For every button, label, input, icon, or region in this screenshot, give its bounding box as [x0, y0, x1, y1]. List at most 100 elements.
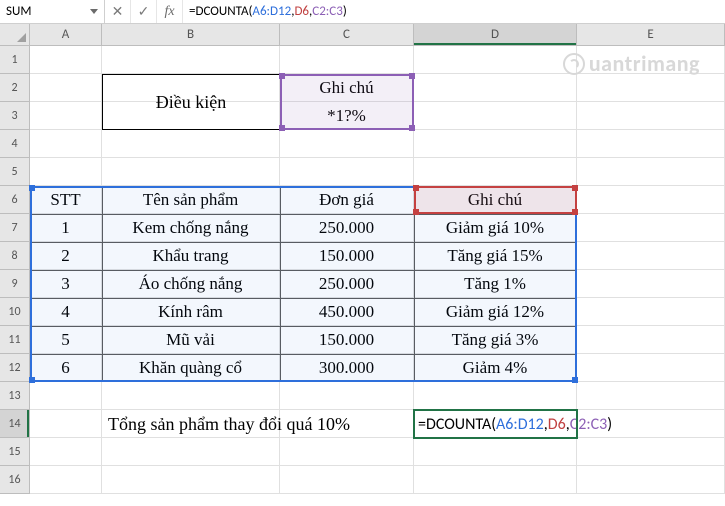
- cell-C1[interactable]: [280, 46, 414, 74]
- cell-D11[interactable]: Tăng giá 3%: [414, 326, 577, 354]
- row-header-9[interactable]: 9: [0, 270, 30, 298]
- cell-E12[interactable]: [577, 354, 725, 382]
- cell-A4[interactable]: [30, 130, 102, 158]
- cell-B6[interactable]: Tên sản phẩm: [102, 186, 280, 214]
- row-header-7[interactable]: 7: [0, 214, 30, 242]
- cell-D16[interactable]: [414, 466, 577, 494]
- cell-A2[interactable]: [30, 74, 102, 102]
- cell-B13[interactable]: [102, 382, 280, 410]
- col-header-C[interactable]: C: [280, 24, 414, 45]
- cell-B9[interactable]: Áo chống nắng: [102, 270, 280, 298]
- cell-E6[interactable]: [577, 186, 725, 214]
- cell-E5[interactable]: [577, 158, 725, 186]
- formula-input[interactable]: =DCOUNTA(A6:D12,D6,C2:C3): [183, 0, 725, 23]
- chevron-down-icon[interactable]: [90, 9, 98, 14]
- cell-E8[interactable]: [577, 242, 725, 270]
- cell-E3[interactable]: [577, 102, 725, 130]
- row-header-10[interactable]: 10: [0, 298, 30, 326]
- cell-A12[interactable]: 6: [30, 354, 102, 382]
- cell-D9[interactable]: Tăng 1%: [414, 270, 577, 298]
- cell-A10[interactable]: 4: [30, 298, 102, 326]
- cell-B12[interactable]: Khăn quàng cổ: [102, 354, 280, 382]
- cell-D7[interactable]: Giảm giá 10%: [414, 214, 577, 242]
- row-header-4[interactable]: 4: [0, 130, 30, 158]
- row-header-6[interactable]: 6: [0, 186, 30, 214]
- cell-D15[interactable]: [414, 438, 577, 466]
- cell-E2[interactable]: [577, 74, 725, 102]
- cell-E13[interactable]: [577, 382, 725, 410]
- cell-E10[interactable]: [577, 298, 725, 326]
- cell-D4[interactable]: [414, 130, 577, 158]
- cell-D8[interactable]: Tăng giá 15%: [414, 242, 577, 270]
- name-box[interactable]: SUM: [0, 0, 105, 23]
- cell-C7[interactable]: 250.000: [280, 214, 414, 242]
- row-header-12[interactable]: 12: [0, 354, 30, 382]
- cell-C8[interactable]: 150.000: [280, 242, 414, 270]
- cell-A15[interactable]: [30, 438, 102, 466]
- cell-A8[interactable]: 2: [30, 242, 102, 270]
- cell-C13[interactable]: [280, 382, 414, 410]
- row-header-8[interactable]: 8: [0, 242, 30, 270]
- cell-A7[interactable]: 1: [30, 214, 102, 242]
- cell-E11[interactable]: [577, 326, 725, 354]
- row-header-14[interactable]: 14: [0, 410, 30, 438]
- row-header-15[interactable]: 15: [0, 438, 30, 466]
- cell-C11[interactable]: 150.000: [280, 326, 414, 354]
- row-header-2[interactable]: 2: [0, 74, 30, 102]
- cell-C9[interactable]: 250.000: [280, 270, 414, 298]
- cell-A11[interactable]: 5: [30, 326, 102, 354]
- cell-C5[interactable]: [280, 158, 414, 186]
- cell-A14[interactable]: [30, 410, 102, 438]
- cell-A6[interactable]: STT: [30, 186, 102, 214]
- cell-A9[interactable]: 3: [30, 270, 102, 298]
- enter-formula-button[interactable]: ✓: [131, 0, 157, 23]
- cell-E1[interactable]: [577, 46, 725, 74]
- cell-A1[interactable]: [30, 46, 102, 74]
- cell-C15[interactable]: [280, 438, 414, 466]
- cell-B10[interactable]: Kính râm: [102, 298, 280, 326]
- cell-E15[interactable]: [577, 438, 725, 466]
- col-header-A[interactable]: A: [30, 24, 102, 45]
- row-header-13[interactable]: 13: [0, 382, 30, 410]
- col-header-B[interactable]: B: [102, 24, 280, 45]
- cell-E7[interactable]: [577, 214, 725, 242]
- row-header-11[interactable]: 11: [0, 326, 30, 354]
- cell-B11[interactable]: Mũ vải: [102, 326, 280, 354]
- cell-D3[interactable]: [414, 102, 577, 130]
- cell-D5[interactable]: [414, 158, 577, 186]
- cell-C3[interactable]: *1?%: [280, 102, 414, 130]
- row-header-5[interactable]: 5: [0, 158, 30, 186]
- cell-D2[interactable]: [414, 74, 577, 102]
- insert-function-button[interactable]: fx: [157, 0, 183, 23]
- cell-A16[interactable]: [30, 466, 102, 494]
- cell-B16[interactable]: [102, 466, 280, 494]
- cell-A5[interactable]: [30, 158, 102, 186]
- col-header-D[interactable]: D: [414, 24, 577, 45]
- col-header-E[interactable]: E: [577, 24, 725, 45]
- cell-A13[interactable]: [30, 382, 102, 410]
- cell-C6[interactable]: Đơn giá: [280, 186, 414, 214]
- cell-E16[interactable]: [577, 466, 725, 494]
- cell-B4[interactable]: [102, 130, 280, 158]
- cell-D1[interactable]: [414, 46, 577, 74]
- cell-E4[interactable]: [577, 130, 725, 158]
- row-header-16[interactable]: 16: [0, 466, 30, 494]
- cell-B8[interactable]: Khẩu trang: [102, 242, 280, 270]
- cell-B1[interactable]: [102, 46, 280, 74]
- cell-C4[interactable]: [280, 130, 414, 158]
- cell-C2[interactable]: Ghi chú: [280, 74, 414, 102]
- cell-B7[interactable]: Kem chống nắng: [102, 214, 280, 242]
- cell-C10[interactable]: 450.000: [280, 298, 414, 326]
- row-header-1[interactable]: 1: [0, 46, 30, 74]
- cell-D13[interactable]: [414, 382, 577, 410]
- cell-D6[interactable]: Ghi chú: [414, 186, 577, 214]
- select-all-corner[interactable]: [0, 24, 30, 45]
- cell-C12[interactable]: 300.000: [280, 354, 414, 382]
- cell-B15[interactable]: [102, 438, 280, 466]
- cell-B5[interactable]: [102, 158, 280, 186]
- cell-A3[interactable]: [30, 102, 102, 130]
- row-header-3[interactable]: 3: [0, 102, 30, 130]
- cell-D10[interactable]: Giảm giá 12%: [414, 298, 577, 326]
- cell-E9[interactable]: [577, 270, 725, 298]
- cancel-formula-button[interactable]: ✕: [105, 0, 131, 23]
